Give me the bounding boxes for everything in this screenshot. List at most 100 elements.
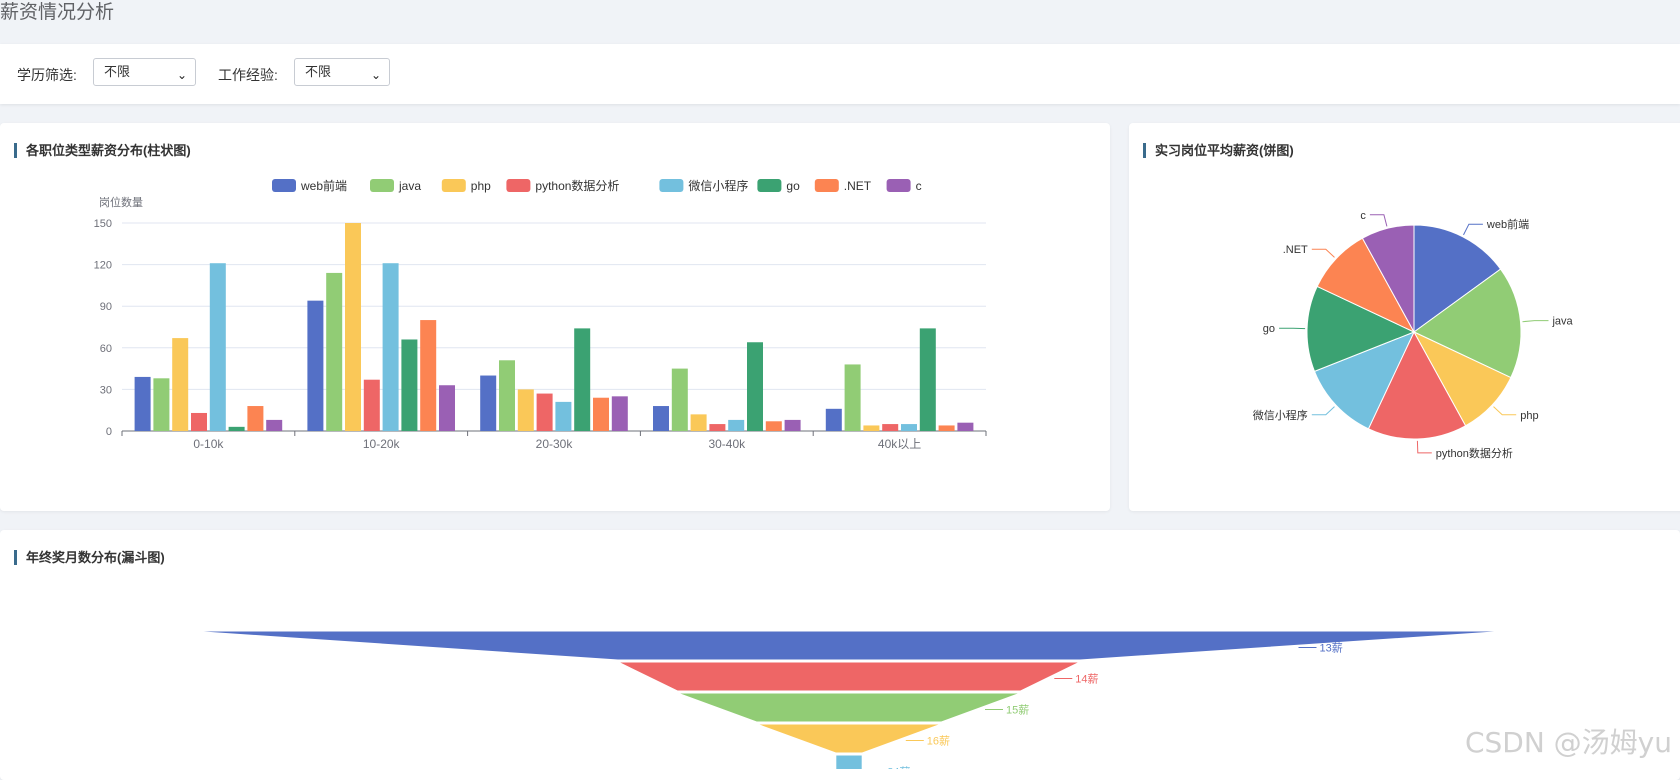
bar [612,396,628,431]
education-select-value: 不限 [104,64,130,79]
pie-label-line [1523,321,1549,322]
bar [191,413,207,431]
funnel-chart: 13薪14薪15薪16薪24薪 [0,530,1680,769]
bar [901,424,917,431]
experience-filter-label: 工作经验: [218,65,278,85]
y-tick-label: 60 [100,343,112,355]
legend-label: .NET [844,179,872,193]
legend-label: python数据分析 [535,178,619,193]
pie-label: go [1263,323,1275,335]
bar [210,263,226,431]
bar [957,423,973,431]
pie-label-line [1494,407,1517,415]
pie-chart-card: 实习岗位平均薪资(饼图) web前端javaphppython数据分析微信小程序… [1129,123,1680,511]
y-tick-label: 30 [100,384,112,396]
pie-label-line [1312,407,1335,415]
bar [863,425,879,431]
funnel-segment [757,724,942,753]
bar-chart-card: 各职位类型薪资分布(柱状图) web前端javaphppython数据分析微信小… [0,123,1110,511]
experience-select[interactable]: 不限 ⌄ [294,58,390,86]
bar [401,339,417,431]
pie-label: web前端 [1486,217,1529,231]
funnel-label: 14薪 [1075,673,1098,686]
bar [383,263,399,431]
bar [499,360,515,431]
bar [518,389,534,431]
bar [345,223,361,431]
bar [939,425,955,431]
legend-swatch [370,179,394,192]
bar [845,364,861,431]
legend-label: go [786,179,800,193]
legend-label: java [398,179,421,193]
bar [307,301,323,431]
bar [229,427,245,431]
y-tick-label: 0 [106,426,112,438]
pie-label: python数据分析 [1436,446,1513,460]
funnel-segment [189,631,1509,660]
legend-swatch [887,179,911,192]
pie-label: c [1360,210,1366,222]
y-tick-label: 120 [94,260,112,272]
bar [266,420,282,431]
bar [326,273,342,431]
bar [364,380,380,431]
bar [420,320,436,431]
legend-swatch [272,179,296,192]
x-tick-label: 30-40k [708,437,746,451]
pie-label-line [1417,441,1431,453]
pie-label: java [1551,316,1573,328]
y-tick-label: 90 [100,301,112,313]
legend-label: c [916,179,922,193]
legend-swatch [757,179,781,192]
bar [826,409,842,431]
legend-label: web前端 [300,178,347,193]
bar [785,420,801,431]
x-tick-label: 40k以上 [878,437,921,451]
pie-chart: web前端 java php python数据分析 微信小程序 go .NET c [1129,123,1680,511]
bar [672,369,688,431]
bar [247,406,263,431]
bar [691,414,707,431]
x-tick-label: 20-30k [536,437,574,451]
y-tick-label: 150 [94,218,112,230]
funnel-segment [836,755,862,769]
x-tick-label: 10-20k [363,437,401,451]
pie-label: php [1520,410,1538,422]
education-filter-label: 学历筛选: [17,65,77,85]
funnel-segment [677,693,1020,722]
pie-label: .NET [1283,244,1308,256]
watermark: CSDN @汤姆yu [1465,721,1672,761]
bar [574,328,590,431]
bar [555,402,571,431]
bar [172,338,188,431]
funnel-label: 13薪 [1320,642,1343,655]
bar [920,328,936,431]
bar [135,377,151,431]
pie-label: 微信小程序 [1253,408,1308,422]
education-select[interactable]: 不限 ⌄ [93,58,196,86]
bar [747,342,763,431]
legend-swatch [815,179,839,192]
bar [480,376,496,431]
legend-label: php [471,179,491,193]
bar-chart: web前端javaphppython数据分析微信小程序go.NETc岗位数量03… [0,123,1110,511]
bar [653,406,669,431]
page-title: 薪资情况分析 [0,0,114,26]
pie-label-line [1464,224,1483,235]
x-tick-label: 0-10k [193,437,224,451]
bar [537,394,553,431]
pie-label-line [1370,215,1387,227]
y-axis-label: 岗位数量 [99,195,143,209]
bar [153,378,169,431]
bar [766,421,782,431]
chevron-down-icon: ⌄ [177,62,187,88]
bar [728,420,744,431]
bar [882,424,898,431]
bar [593,398,609,431]
pie-label-line [1312,249,1335,257]
legend-swatch [506,179,530,192]
legend-swatch [442,179,466,192]
funnel-label: 16薪 [927,735,950,748]
bar [709,424,725,431]
